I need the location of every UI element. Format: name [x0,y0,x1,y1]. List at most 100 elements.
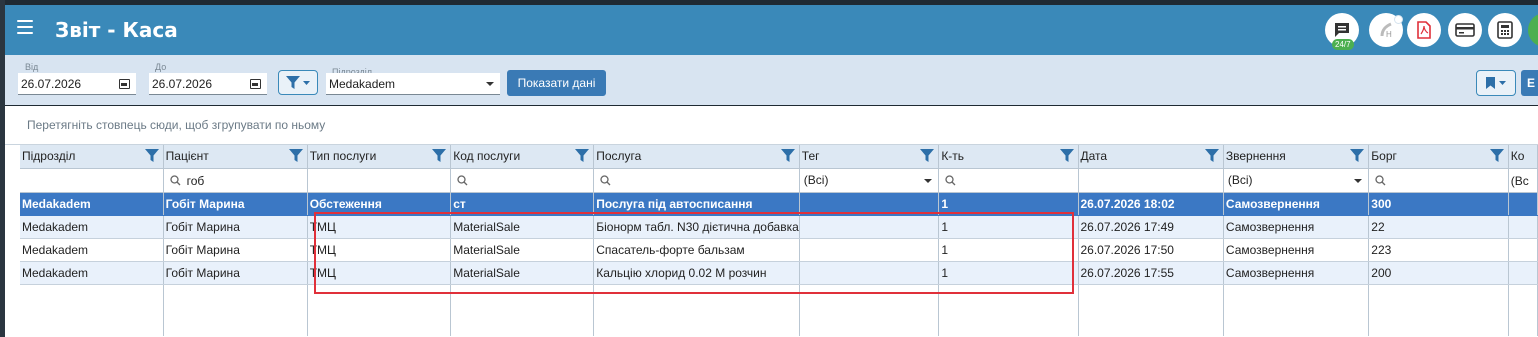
filter-cell-patient[interactable]: гоб [163,168,308,193]
group-panel[interactable]: Перетягніть стовпець сюди, щоб згрупуват… [5,106,1538,145]
filter-cell-service-type[interactable] [307,168,452,193]
column-header-debt[interactable]: Борг [1368,145,1509,169]
funnel-icon [286,76,300,89]
cell-last [1508,238,1538,262]
filter-cell-appeal[interactable]: (Всі) [1223,168,1370,193]
cell-debt: 223 [1368,238,1509,262]
calendar-icon[interactable] [119,79,130,89]
cell-qty: 1 [938,215,1079,239]
column-header-service-code[interactable]: Код послуги [450,145,595,169]
export-button[interactable]: Е [1521,70,1538,96]
table-row[interactable]: Medakadem Гобіт Марина ТМЦ MaterialSale … [20,238,1538,262]
funnel-icon[interactable] [1350,149,1365,162]
cell-patient: Гобіт Марина [163,261,308,285]
filter-cell-tag[interactable]: (Всі) [799,168,940,193]
help-icon[interactable]: H [1369,13,1403,47]
cell-service-code: MaterialSale [450,261,595,285]
search-icon [169,175,181,186]
funnel-icon[interactable] [144,149,159,162]
cell-service: Кальцію хлорид 0.02 М розчин [593,261,800,285]
column-header-qty[interactable]: К-ть [938,145,1079,169]
table-row[interactable]: Medakadem Гобіт Марина ТМЦ MaterialSale … [20,261,1538,285]
cell-date: 26.07.2026 18:02 [1078,192,1224,216]
report-table: Підрозділ Пацієнт Тип послуги Код послуг… [20,145,1538,336]
filter-cell-service[interactable] [593,168,800,193]
table-row[interactable]: Medakadem Гобіт Марина Обстеження ст Пос… [20,192,1538,216]
cell-last [1508,192,1538,216]
table-row[interactable]: Medakadem Гобіт Марина ТМЦ MaterialSale … [20,215,1538,239]
cell-qty: 1 [938,261,1079,285]
menu-icon[interactable] [17,20,33,34]
calendar-icon[interactable] [250,79,261,89]
search-icon [600,175,611,186]
funnel-icon[interactable] [1489,149,1504,162]
user-avatar[interactable] [1528,13,1538,47]
filter-cell-debt[interactable] [1368,168,1509,193]
funnel-icon[interactable] [288,149,303,162]
cell-service-type: ТМЦ [307,261,452,285]
cell-service-code: MaterialSale [450,238,595,262]
chevron-down-icon [486,82,494,86]
page-title: Звіт - Каса [55,18,178,42]
column-header-service[interactable]: Послуга [593,145,800,169]
cell-division: Medakadem [20,238,164,262]
column-header-date[interactable]: Дата [1078,145,1224,169]
to-date-field[interactable]: 26.07.2026 [149,73,267,95]
from-label: Від [25,62,39,72]
appeal-filter-value: (Всі) [1227,173,1253,188]
cell-tag [799,238,940,262]
cell-date: 26.07.2026 17:50 [1078,238,1224,262]
bookmark-menu-button[interactable] [1476,70,1516,96]
chevron-down-icon [924,178,933,183]
chevron-down-icon [303,80,310,85]
svg-text:H: H [1386,30,1392,39]
column-header-last[interactable]: Ко [1508,145,1538,169]
cell-tag [799,261,940,285]
cell-appeal: Самозвернення [1223,192,1370,216]
cell-debt: 200 [1368,261,1509,285]
cell-debt: 22 [1368,215,1509,239]
cell-appeal: Самозвернення [1223,261,1370,285]
funnel-icon[interactable] [575,149,590,162]
chevron-down-icon [1499,81,1506,85]
from-date-field[interactable]: 26.07.2026 [18,73,136,95]
filter-cell-date[interactable] [1078,168,1224,193]
column-header-tag[interactable]: Тег [799,145,940,169]
cell-service: Біонорм табл. N30 дієтична добавка [593,215,800,239]
division-select[interactable]: Medakadem [326,73,500,95]
filter-cell-division[interactable] [20,168,164,193]
chat-icon[interactable]: 24/7 [1325,13,1359,50]
funnel-icon[interactable] [432,149,447,162]
column-header-service-type[interactable]: Тип послуги [307,145,452,169]
tag-filter-value: (Всі) [803,173,829,188]
app-header: Звіт - Каса 24/7 H [5,5,1538,55]
calculator-icon[interactable] [1488,13,1522,47]
funnel-icon[interactable] [780,149,795,162]
cell-service-type: Обстеження [307,192,452,216]
bookmark-icon [1486,77,1495,89]
notification-dot [1394,15,1403,24]
support-badge: 24/7 [1332,39,1354,50]
cell-appeal: Самозвернення [1223,238,1370,262]
filter-cell-last[interactable]: (Вс [1508,168,1538,193]
cell-date: 26.07.2026 17:49 [1078,215,1224,239]
column-header-division[interactable]: Підрозділ [20,145,164,169]
data-grid: Перетягніть стовпець сюди, щоб згрупуват… [5,106,1538,337]
filter-cell-service-code[interactable] [450,168,595,193]
funnel-icon[interactable] [1204,149,1219,162]
search-icon [1375,175,1386,186]
division-value: Medakadem [329,77,396,91]
funnel-icon[interactable] [920,149,935,162]
header-row: Підрозділ Пацієнт Тип послуги Код послуг… [20,145,1538,169]
funnel-icon[interactable] [1059,149,1074,162]
search-icon [457,175,468,186]
card-icon[interactable] [1448,13,1482,47]
column-header-appeal[interactable]: Звернення [1223,145,1370,169]
pdf-icon[interactable] [1407,13,1441,47]
cell-last [1508,215,1538,239]
filter-menu-button[interactable] [278,70,318,95]
cell-tag [799,192,940,216]
filter-cell-qty[interactable] [938,168,1079,193]
show-data-button[interactable]: Показати дані [507,70,606,96]
column-header-patient[interactable]: Пацієнт [163,145,308,169]
